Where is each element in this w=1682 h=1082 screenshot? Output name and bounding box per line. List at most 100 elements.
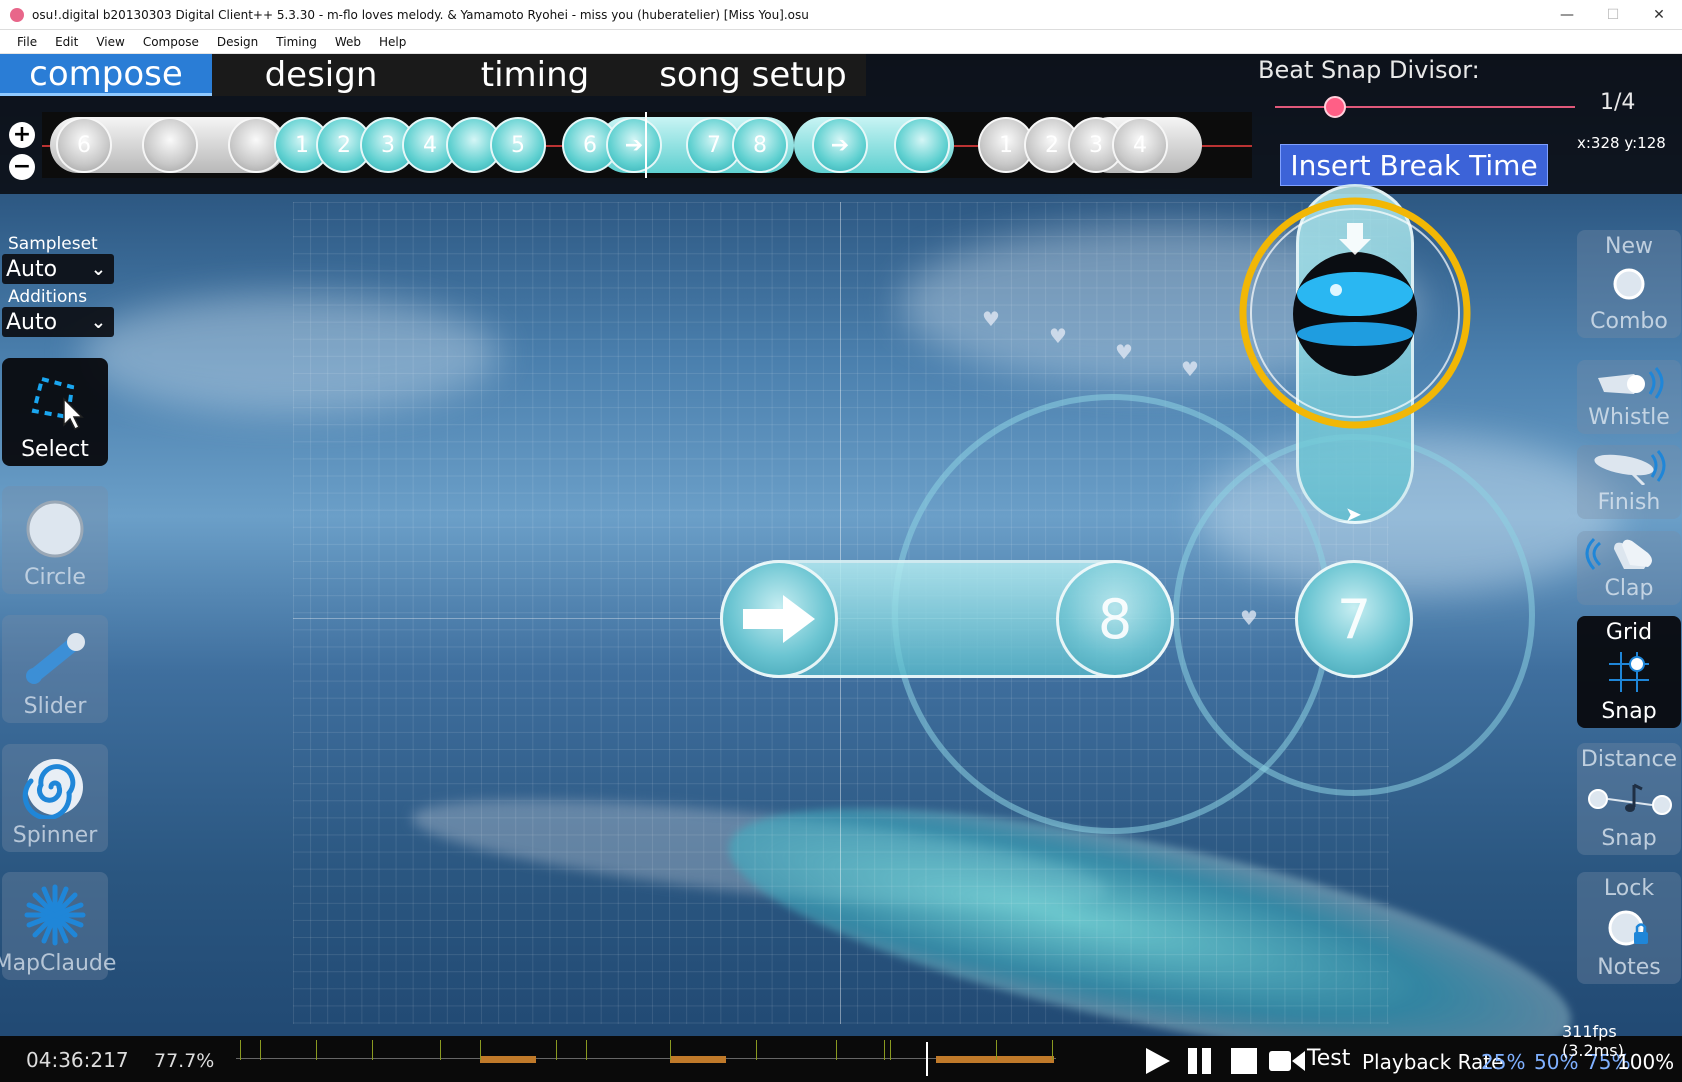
slider-reverse-arrow-icon bbox=[1339, 223, 1371, 255]
editor-area: compose design timing song setup Beat Sn… bbox=[0, 54, 1682, 1082]
additions-dropdown[interactable]: Auto ⌄ bbox=[2, 307, 114, 337]
song-progress-timeline[interactable] bbox=[236, 1038, 1056, 1078]
finish-toggle[interactable]: Finish bbox=[1577, 445, 1681, 519]
distance-snap-toggle[interactable]: Distance Snap bbox=[1577, 743, 1681, 855]
timing-tick bbox=[670, 1040, 671, 1060]
finish-cymbal-icon bbox=[1594, 450, 1666, 485]
timeline-hit-object[interactable] bbox=[894, 117, 950, 173]
timing-tick bbox=[440, 1040, 441, 1060]
beat-snap-label: Beat Snap Divisor: bbox=[1258, 56, 1480, 84]
lock-notes-toggle[interactable]: Lock Notes bbox=[1577, 872, 1681, 984]
hit-circle[interactable]: 7 bbox=[1295, 560, 1413, 678]
timeline-hit-object[interactable]: 8 bbox=[732, 117, 788, 173]
whistle-label: Whistle bbox=[1588, 405, 1670, 430]
timeline-hit-object[interactable]: 5 bbox=[490, 117, 546, 173]
tab-song-setup[interactable]: song setup bbox=[640, 54, 866, 96]
test-button[interactable]: Test bbox=[1307, 1046, 1350, 1071]
menu-design[interactable]: Design bbox=[208, 35, 267, 49]
whistle-toggle[interactable]: Whistle bbox=[1577, 360, 1681, 434]
chevron-down-icon: ⌄ bbox=[90, 311, 106, 333]
select-tool-button[interactable]: Select bbox=[2, 358, 108, 466]
insert-break-time-button[interactable]: Insert Break Time bbox=[1280, 144, 1548, 186]
song-position-cursor[interactable] bbox=[926, 1042, 928, 1076]
break-period-marker bbox=[480, 1056, 536, 1063]
follow-point-icon: ♥ bbox=[1049, 324, 1067, 348]
follow-point-icon: ➤ bbox=[1345, 502, 1362, 526]
window-title: osu!.digital b20130303 Digital Client++ … bbox=[32, 7, 809, 22]
timeline-hit-object[interactable]: ➔ bbox=[606, 117, 662, 173]
tab-timing[interactable]: timing bbox=[430, 54, 640, 96]
spinner-icon bbox=[22, 759, 83, 819]
circle-tool-button[interactable]: Circle bbox=[2, 486, 108, 594]
distance-snap-label-top: Distance bbox=[1580, 747, 1678, 772]
sampleset-dropdown[interactable]: Auto ⌄ bbox=[2, 254, 114, 284]
beat-snap-knob[interactable] bbox=[1324, 96, 1346, 118]
progress-line bbox=[236, 1058, 1056, 1059]
menu-view[interactable]: View bbox=[87, 35, 133, 49]
minimize-button[interactable]: — bbox=[1544, 0, 1590, 30]
timing-tick bbox=[996, 1040, 997, 1060]
slider-head[interactable] bbox=[720, 560, 838, 678]
tab-design[interactable]: design bbox=[212, 54, 430, 96]
follow-point-icon: ♥ bbox=[1240, 606, 1258, 630]
menu-web[interactable]: Web bbox=[326, 35, 370, 49]
mapclaude-tool-button[interactable]: MapClaude bbox=[0, 872, 116, 980]
menu-bar: File Edit View Compose Design Timing Web… bbox=[0, 30, 1682, 54]
fps-counter: 311fps (3.2ms) bbox=[1562, 1022, 1624, 1060]
grid-snap-toggle[interactable]: Grid Snap bbox=[1577, 616, 1681, 728]
slider-tool-label: Slider bbox=[23, 694, 87, 719]
slider-icon bbox=[26, 633, 85, 684]
timeline-hit-object[interactable]: 6 bbox=[56, 117, 112, 173]
follow-point-icon: ♥ bbox=[1181, 357, 1199, 381]
timeline-hit-object[interactable]: ➔ bbox=[812, 117, 868, 173]
slider-end[interactable]: 8 bbox=[1056, 560, 1174, 678]
menu-edit[interactable]: Edit bbox=[46, 35, 87, 49]
circle-tool-label: Circle bbox=[24, 565, 86, 590]
timing-tick bbox=[372, 1040, 373, 1060]
timing-tick bbox=[260, 1040, 261, 1060]
grid-snap-icon bbox=[1609, 652, 1649, 692]
title-bar: osu!.digital b20130303 Digital Client++ … bbox=[0, 0, 1682, 30]
maximize-button[interactable]: ☐ bbox=[1590, 0, 1636, 30]
circle-icon bbox=[26, 500, 84, 558]
spinner-tool-label: Spinner bbox=[12, 823, 98, 848]
test-camera-icon[interactable] bbox=[1268, 1046, 1306, 1076]
new-combo-label-bottom: Combo bbox=[1590, 309, 1668, 334]
timeline[interactable]: 6 1 2 3 4 5 6 ➔ 7 8 ➔ 1 2 3 4 bbox=[42, 112, 1252, 178]
pause-icon[interactable] bbox=[1186, 1046, 1214, 1076]
menu-help[interactable]: Help bbox=[370, 35, 415, 49]
timeline-cursor[interactable] bbox=[645, 112, 647, 178]
clap-toggle[interactable]: Clap bbox=[1577, 531, 1681, 605]
spinner-tool-button[interactable]: Spinner bbox=[2, 744, 108, 852]
slider-tool-button[interactable]: Slider bbox=[2, 615, 108, 723]
beat-snap-slider[interactable] bbox=[1275, 106, 1575, 108]
distance-snap-label-bottom: Snap bbox=[1601, 826, 1657, 851]
timing-tick bbox=[836, 1040, 837, 1060]
play-icon[interactable] bbox=[1144, 1046, 1172, 1076]
break-period-marker bbox=[670, 1056, 726, 1063]
zoom-in-icon[interactable]: + bbox=[9, 122, 35, 148]
break-period-marker bbox=[936, 1056, 1054, 1063]
timeline-hit-object[interactable]: 4 bbox=[1112, 117, 1168, 173]
playback-rate-25[interactable]: 25% bbox=[1481, 1050, 1525, 1074]
stop-icon[interactable] bbox=[1230, 1046, 1258, 1076]
timing-tick bbox=[1052, 1040, 1053, 1060]
follow-point-icon: ♥ bbox=[982, 307, 1000, 331]
timeline-hit-object[interactable] bbox=[142, 117, 198, 173]
menu-file[interactable]: File bbox=[8, 35, 46, 49]
select-icon bbox=[31, 376, 84, 431]
follow-point-icon: ♥ bbox=[1115, 340, 1133, 364]
lock-icon bbox=[1608, 910, 1648, 946]
menu-timing[interactable]: Timing bbox=[267, 35, 326, 49]
menu-compose[interactable]: Compose bbox=[134, 35, 208, 49]
beat-snap-value: 1/4 bbox=[1600, 90, 1636, 115]
zoom-out-icon[interactable]: − bbox=[9, 154, 35, 180]
close-button[interactable]: ✕ bbox=[1636, 0, 1682, 30]
starburst-icon bbox=[24, 884, 86, 946]
cursor-coordinates: x:328 y:128 bbox=[1577, 134, 1666, 152]
chevron-down-icon: ⌄ bbox=[90, 258, 106, 280]
slider-arrow-icon bbox=[743, 595, 815, 643]
new-combo-toggle[interactable]: New Combo bbox=[1577, 230, 1681, 338]
lock-notes-label-bottom: Notes bbox=[1597, 955, 1661, 980]
tab-compose[interactable]: compose bbox=[0, 54, 212, 96]
